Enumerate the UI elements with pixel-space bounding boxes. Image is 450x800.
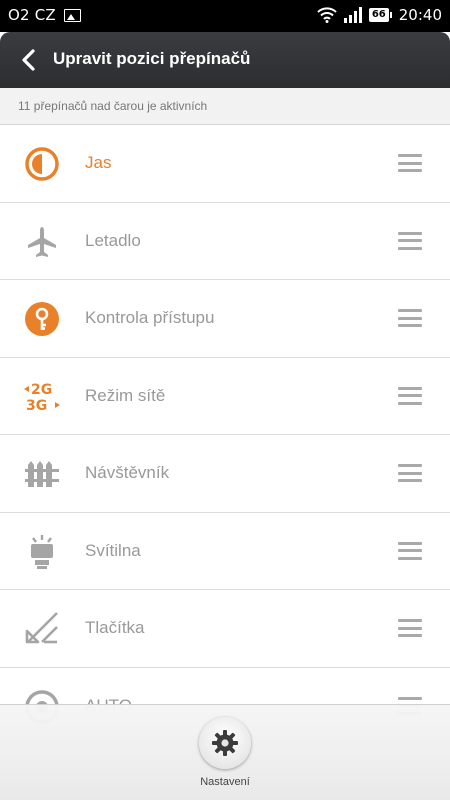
carrier-name: O2 CZ [8,6,56,24]
buttons-icon [22,610,62,648]
title-bar: Upravit pozici přepínačů [0,32,450,88]
drag-handle[interactable] [398,309,422,327]
status-bar: O2 CZ 66 20:40 [0,0,450,32]
drag-handle[interactable] [398,619,422,637]
page-title: Upravit pozici přepínačů [53,49,251,68]
flashlight-icon [22,533,62,571]
clock: 20:40 [398,6,442,24]
drag-handle[interactable] [398,464,422,482]
drag-handle[interactable] [398,386,422,405]
gear-icon [212,730,238,756]
key-icon [22,300,62,338]
toggle-label: Návštěvník [85,463,170,482]
toggle-list: Jas Letadlo Kontrola přístupu 2G 3G Reži… [0,125,450,745]
toggle-label: Kontrola přístupu [85,308,215,327]
toggle-row-navstevnik[interactable]: Návštěvník [0,435,450,513]
settings-button[interactable] [199,717,251,769]
fence-icon [22,455,62,493]
network-mode-icon: 2G 3G [22,378,62,416]
info-banner: 11 přepínačů nad čarou je aktivních [0,88,450,125]
drag-handle[interactable] [398,541,422,560]
toggle-label: Svítilna [85,540,141,560]
brightness-icon [22,145,62,183]
airplane-icon [22,223,62,261]
toggle-row-jas[interactable]: Jas [0,125,450,203]
svg-text:2G: 2G [31,382,52,398]
toggle-row-letadlo[interactable]: Letadlo [0,202,450,280]
toggle-label: Režim sítě [85,385,166,405]
info-text: 11 přepínačů nad čarou je aktivních [18,99,208,113]
drag-handle[interactable] [398,154,422,172]
toggle-row-svitilna[interactable]: Svítilna [0,512,450,590]
svg-text:3G: 3G [26,398,47,414]
signal-icon [343,7,362,23]
settings-label: Nastavení [200,776,250,788]
back-arrow-icon [22,49,35,71]
back-button[interactable] [12,44,44,76]
toggle-row-tlacitka[interactable]: Tlačítka [0,590,450,668]
toggle-label: Tlačítka [85,618,145,637]
toggle-label: Letadlo [85,230,141,250]
toggle-label: Jas [85,153,112,172]
drag-handle[interactable] [398,231,422,250]
image-icon [63,8,81,22]
wifi-icon [317,7,337,23]
toggle-row-rezim-site[interactable]: 2G 3G Režim sítě [0,357,450,435]
bottom-bar: Nastavení [0,704,450,800]
toggle-row-kontrola-pristupu[interactable]: Kontrola přístupu [0,280,450,358]
battery-icon: 66 [368,8,392,22]
